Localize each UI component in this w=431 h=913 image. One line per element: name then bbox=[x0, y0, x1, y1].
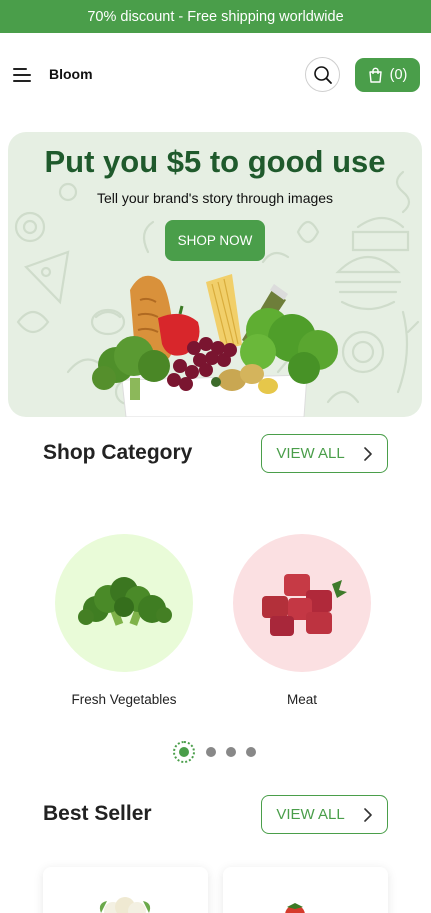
announcement-bar: 70% discount - Free shipping worldwide bbox=[0, 0, 431, 33]
announcement-text: 70% discount - Free shipping worldwide bbox=[87, 8, 344, 25]
category-meat[interactable] bbox=[233, 534, 371, 672]
carousel-dot[interactable] bbox=[206, 747, 216, 757]
best-seller-title: Best Seller bbox=[43, 802, 152, 825]
shopping-bag-icon bbox=[368, 67, 382, 83]
category-label: Fresh Vegetables bbox=[71, 692, 177, 707]
meat-cubes-image bbox=[262, 574, 347, 636]
cart-count: (0) bbox=[389, 67, 408, 83]
carousel-dot[interactable] bbox=[246, 747, 256, 757]
hero-banner: Put you $5 to good use Tell your brand's… bbox=[8, 132, 422, 417]
carousel-dot[interactable] bbox=[226, 747, 236, 757]
best-seller-view-all-button[interactable]: VIEW ALL bbox=[261, 795, 388, 834]
category-carousel-dots bbox=[173, 741, 263, 763]
category-view-all-button[interactable]: VIEW ALL bbox=[261, 434, 388, 473]
product-card[interactable] bbox=[43, 867, 208, 913]
category-label: Meat bbox=[286, 692, 317, 707]
product-card[interactable] bbox=[223, 867, 388, 913]
cart-button[interactable]: (0) bbox=[355, 58, 420, 92]
search-icon bbox=[313, 65, 332, 84]
tomato-image bbox=[285, 903, 305, 913]
shop-category-title: Shop Category bbox=[43, 441, 193, 464]
cauliflower-image bbox=[99, 897, 151, 913]
hamburger-icon[interactable] bbox=[13, 67, 33, 83]
chevron-right-icon bbox=[363, 446, 372, 461]
broccoli-image bbox=[78, 577, 172, 626]
view-all-label: VIEW ALL bbox=[276, 806, 345, 823]
hero-subtitle: Tell your brand's story through images bbox=[96, 190, 334, 206]
brand-logo[interactable]: Bloom bbox=[49, 66, 93, 82]
view-all-label: VIEW ALL bbox=[276, 445, 345, 462]
site-header: Bloom (0) bbox=[0, 33, 431, 117]
search-button[interactable] bbox=[305, 57, 340, 92]
shop-now-button[interactable]: SHOP NOW bbox=[165, 220, 265, 261]
chevron-right-icon bbox=[363, 807, 372, 822]
category-fresh-vegetables[interactable] bbox=[55, 534, 193, 672]
carousel-dot-active[interactable] bbox=[173, 741, 195, 763]
hero-title: Put you $5 to good use bbox=[44, 144, 386, 179]
grocery-bag-image bbox=[92, 274, 338, 417]
